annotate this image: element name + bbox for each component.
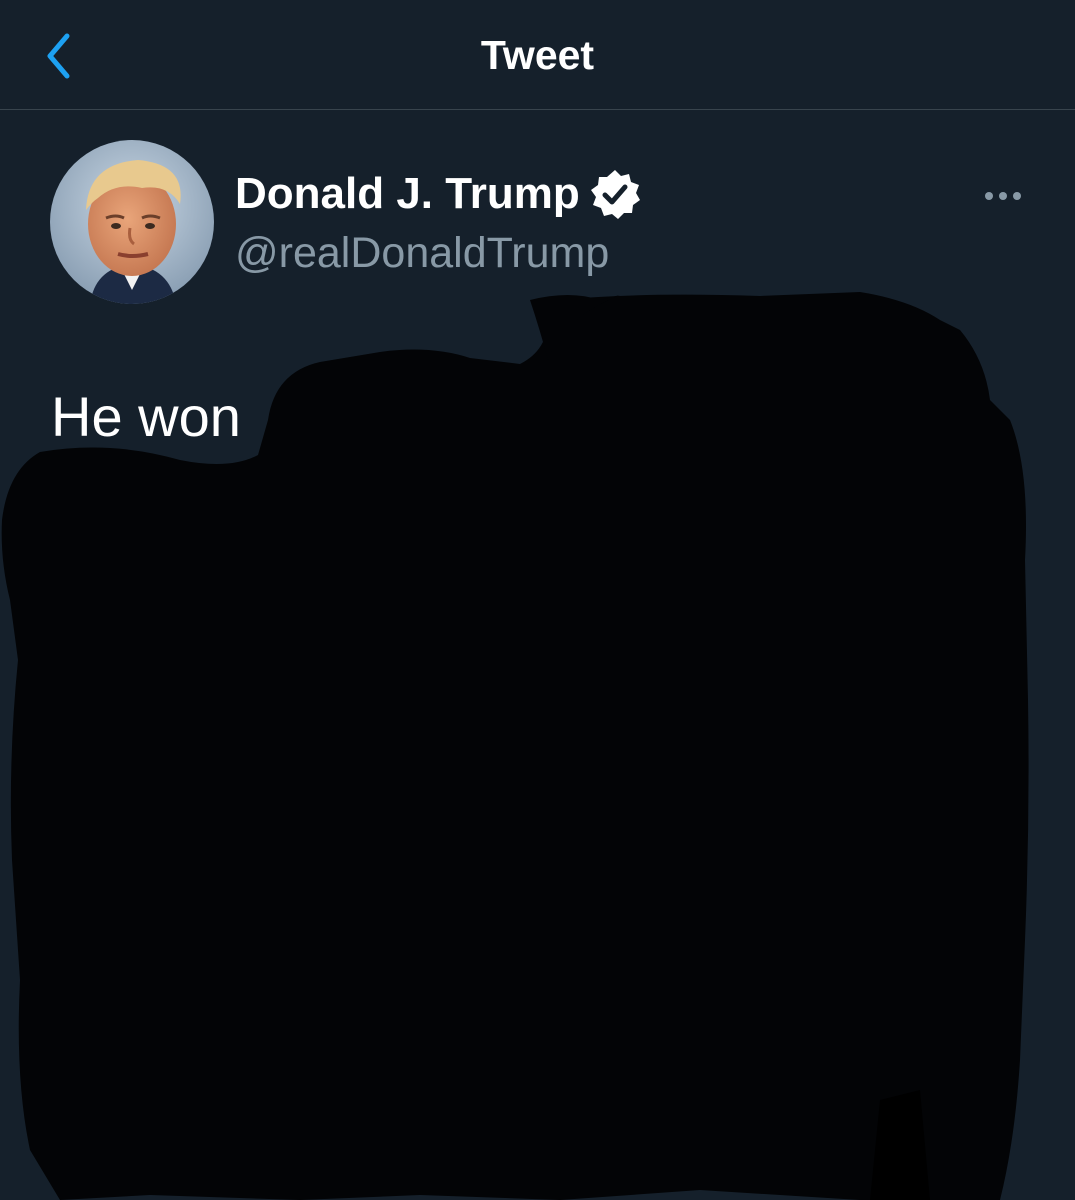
tweet-text: He won [51,385,241,448]
more-options-button[interactable] [975,176,1031,216]
nav-bar: Tweet [0,0,1075,110]
verified-badge-icon [590,170,640,219]
profile-photo [50,140,214,304]
author-handle[interactable]: @realDonaldTrump [235,227,609,279]
redaction-mark [530,295,620,360]
author-name-row[interactable]: Donald J. Trump [235,166,642,222]
page-title: Tweet [480,32,595,78]
author-display-name: Donald J. Trump [235,169,580,218]
avatar[interactable] [50,140,214,304]
ellipsis-icon [985,192,1021,200]
redaction-mark [870,1090,930,1200]
